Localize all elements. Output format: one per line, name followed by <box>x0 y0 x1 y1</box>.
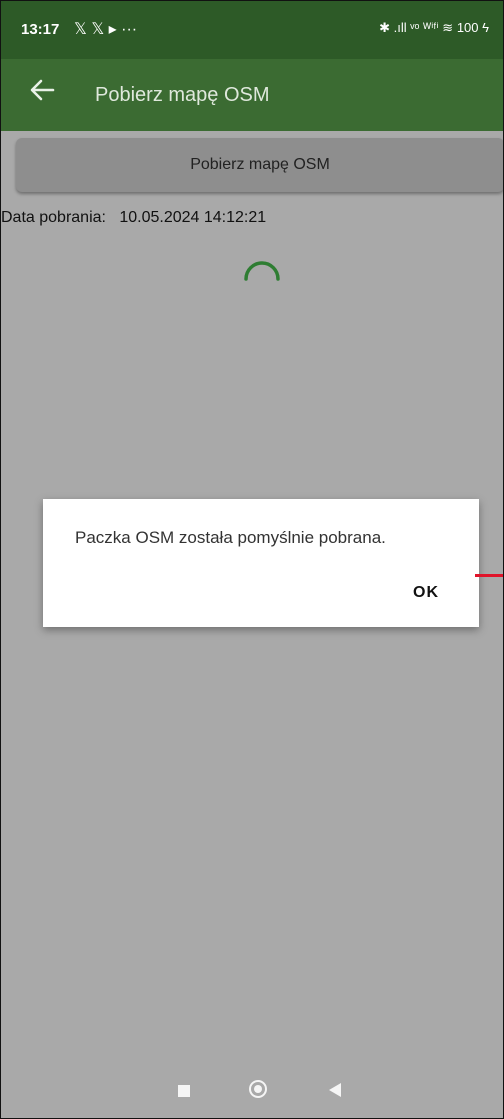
download-date-label: Data pobrania: <box>1 209 106 226</box>
ok-button[interactable]: OK <box>413 584 439 602</box>
loading-spinner-icon <box>244 261 280 281</box>
download-map-button[interactable]: Pobierz mapę OSM <box>16 138 503 192</box>
phone-screen: 13:17 𝕏 𝕏 ▸ ··· ✱ .ıll ᵛᵒ ᵂⁱᶠⁱ ≋ 100 ϟ P… <box>0 0 504 1119</box>
download-date-value: 10.05.2024 14:12:21 <box>119 209 267 226</box>
system-status-icons: ✱ .ıll ᵛᵒ ᵂⁱᶠⁱ ≋ 100 ϟ <box>379 20 489 35</box>
notification-icons: 𝕏 𝕏 ▸ ··· <box>74 21 138 38</box>
back-triangle-icon[interactable] <box>329 1083 341 1097</box>
dialog-message: Paczka OSM została pomyślnie pobrana. <box>75 528 386 547</box>
annotation-arrow <box>475 574 503 577</box>
success-dialog: Paczka OSM została pomyślnie pobrana. OK <box>43 499 479 627</box>
status-time: 13:17 <box>21 21 60 38</box>
download-date: Data pobrania: 10.05.2024 14:12:21 <box>1 209 266 227</box>
status-bar: 13:17 𝕏 𝕏 ▸ ··· ✱ .ıll ᵛᵒ ᵂⁱᶠⁱ ≋ 100 ϟ <box>1 1 503 59</box>
recents-square-icon[interactable] <box>178 1085 190 1097</box>
system-nav-bar <box>1 1061 503 1118</box>
back-arrow-icon[interactable] <box>27 75 57 105</box>
app-bar: Pobierz mapę OSM <box>1 59 503 131</box>
page-title: Pobierz mapę OSM <box>95 84 270 106</box>
home-circle-icon[interactable] <box>249 1080 267 1098</box>
